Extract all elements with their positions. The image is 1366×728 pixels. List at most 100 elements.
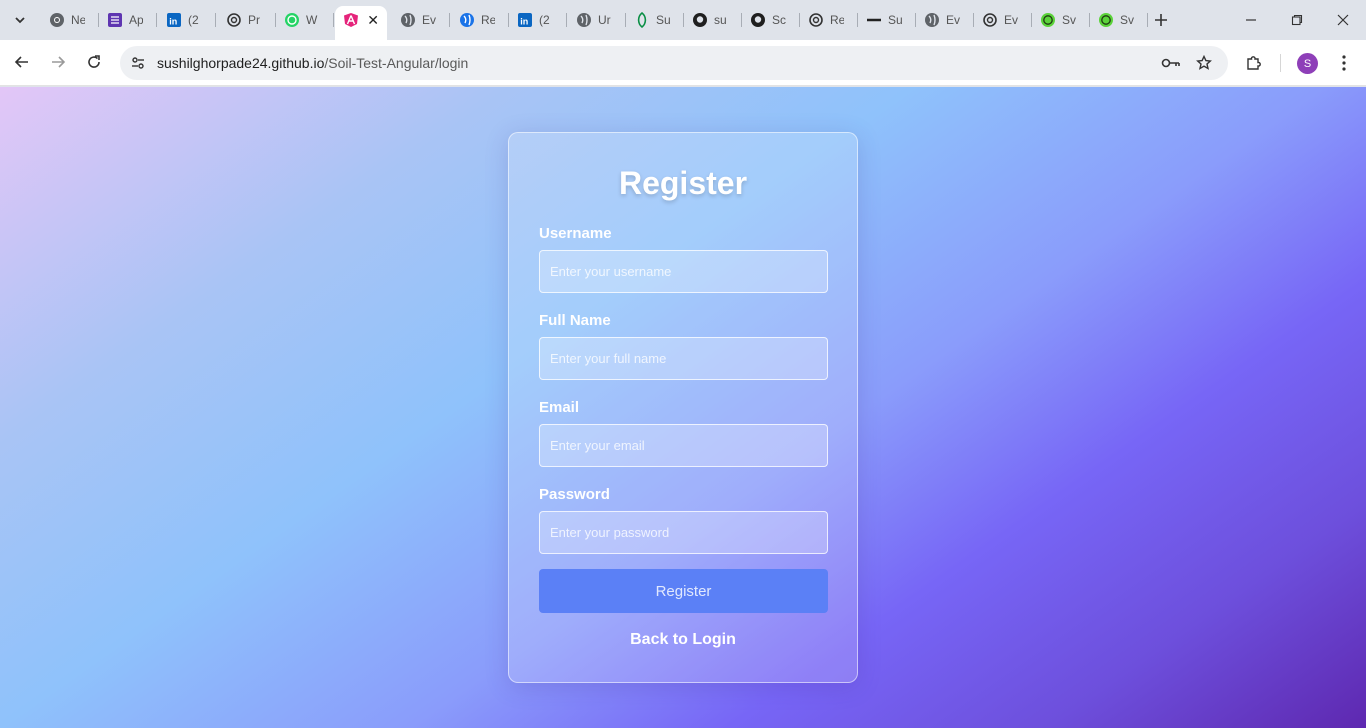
username-input[interactable]: [539, 250, 828, 293]
browser-tab[interactable]: in (2: [158, 6, 216, 34]
new-tab-button[interactable]: [1150, 9, 1172, 31]
reload-icon: [88, 55, 100, 68]
browser-tab[interactable]: Re: [800, 6, 858, 34]
tab-title: su: [714, 13, 727, 27]
tab-title: (2: [539, 13, 550, 27]
restore-icon: [1291, 14, 1303, 26]
tab-title: Sc: [772, 13, 786, 27]
password-input[interactable]: [539, 511, 828, 554]
tab-strip: Ne Ap in (2 Pr W ✕ Ev Re in (2 Ur Su su Sc Re Su Ev Ev Sv Sv: [0, 0, 1366, 40]
reload-button[interactable]: [79, 47, 109, 77]
tab-title: Ne: [71, 13, 85, 27]
browser-tab[interactable]: in (2: [509, 6, 567, 34]
arrow-left-icon: [14, 56, 28, 68]
openai-icon: [226, 12, 242, 28]
close-window-button[interactable]: [1320, 0, 1366, 40]
tab-title: (2: [188, 13, 199, 27]
profile-avatar[interactable]: S: [1297, 53, 1318, 74]
back-to-login-link[interactable]: Back to Login: [509, 631, 857, 649]
email-input[interactable]: [539, 424, 828, 467]
svg-text:in: in: [520, 17, 528, 27]
tab-separator: [333, 13, 334, 27]
toolbar-divider: [1280, 54, 1281, 72]
tab-title: Sv: [1120, 13, 1134, 27]
tab-separator: [449, 13, 450, 27]
forward-button[interactable]: [43, 47, 73, 77]
tab-title: Re: [481, 13, 495, 27]
list-icon: [107, 12, 123, 28]
browser-tab[interactable]: Su: [626, 6, 684, 34]
browser-tab[interactable]: Re: [451, 6, 509, 34]
back-button[interactable]: [7, 47, 37, 77]
restore-button[interactable]: [1274, 0, 1320, 40]
minimize-button[interactable]: [1228, 0, 1274, 40]
bookmark-star-button[interactable]: [1194, 53, 1214, 73]
tab-close-icon[interactable]: ✕: [367, 12, 379, 29]
tab-search-button[interactable]: [8, 8, 32, 32]
browser-tab[interactable]: Sc: [742, 6, 800, 34]
tab-title: Ev: [422, 13, 436, 27]
browser-menu-button[interactable]: [1330, 49, 1358, 77]
tab-title: Sv: [1062, 13, 1076, 27]
tab-title: W: [306, 13, 318, 27]
url-text: sushilghorpade24.github.io/Soil-Test-Ang…: [157, 55, 468, 71]
green-logo-icon: [1098, 12, 1114, 28]
password-label: Password: [539, 486, 610, 503]
browser-tab[interactable]: Ev: [392, 6, 450, 34]
blue-globe-icon: [459, 12, 475, 28]
browser-tab[interactable]: Su: [858, 6, 916, 34]
tab-title: Re: [830, 13, 844, 27]
browser-tab[interactable]: W: [276, 6, 334, 34]
kebab-menu-icon: [1342, 55, 1346, 71]
browser-tab[interactable]: Pr: [218, 6, 276, 34]
browser-tab[interactable]: Ne: [41, 6, 99, 34]
tab-title: Su: [656, 13, 670, 27]
svg-text:in: in: [169, 17, 177, 27]
tab-title: Ur: [598, 13, 611, 27]
browser-tab[interactable]: Ev: [974, 6, 1032, 34]
browser-tab[interactable]: Ap: [99, 6, 157, 34]
github-icon: [750, 12, 766, 28]
browser-tab[interactable]: Sv: [1090, 6, 1148, 34]
tab-separator: [215, 13, 216, 27]
green-logo-icon: [1040, 12, 1056, 28]
browser-tab[interactable]: ✕: [335, 6, 387, 40]
register-title: Register: [618, 165, 748, 201]
tune-icon: [132, 57, 144, 69]
star-icon: [1196, 55, 1212, 70]
plus-icon: [1155, 14, 1167, 26]
chevron-down-icon: [15, 17, 25, 24]
puzzle-icon: [1247, 56, 1261, 70]
openai-icon: [982, 12, 998, 28]
browser-tab[interactable]: su: [684, 6, 742, 34]
openai-icon: [808, 12, 824, 28]
angular-icon: [343, 12, 359, 28]
arrow-right-icon: [52, 56, 66, 68]
github-icon: [692, 12, 708, 28]
close-icon: [1337, 14, 1349, 26]
tab-title: Ev: [1004, 13, 1018, 27]
browser-toolbar: sushilghorpade24.github.io/Soil-Test-Ang…: [0, 40, 1366, 86]
page-background: Register Username Full Name Email Passwo…: [0, 87, 1366, 728]
globe-icon: [400, 12, 416, 28]
linkedin-icon: in: [166, 12, 182, 28]
browser-tab[interactable]: Sv: [1032, 6, 1090, 34]
browser-tab[interactable]: Ev: [916, 6, 974, 34]
tab-title: Ev: [946, 13, 960, 27]
browser-tab[interactable]: Ur: [568, 6, 626, 34]
key-icon: [1161, 58, 1180, 68]
site-info-button[interactable]: [124, 49, 152, 77]
email-label: Email: [539, 399, 580, 416]
fullname-input[interactable]: [539, 337, 828, 380]
fullname-label: Full Name: [539, 312, 611, 329]
tab-separator: [566, 13, 567, 27]
globe-icon: [924, 12, 940, 28]
register-card: Register Username Full Name Email Passwo…: [508, 132, 858, 683]
tab-separator: [1147, 13, 1148, 27]
password-key-button[interactable]: [1161, 53, 1181, 73]
register-button[interactable]: Register: [539, 569, 828, 613]
extensions-button[interactable]: [1240, 49, 1268, 77]
url-domain: sushilghorpade24.github.io: [157, 55, 325, 71]
address-bar[interactable]: sushilghorpade24.github.io/Soil-Test-Ang…: [120, 46, 1228, 80]
tab-title: Su: [888, 13, 902, 27]
